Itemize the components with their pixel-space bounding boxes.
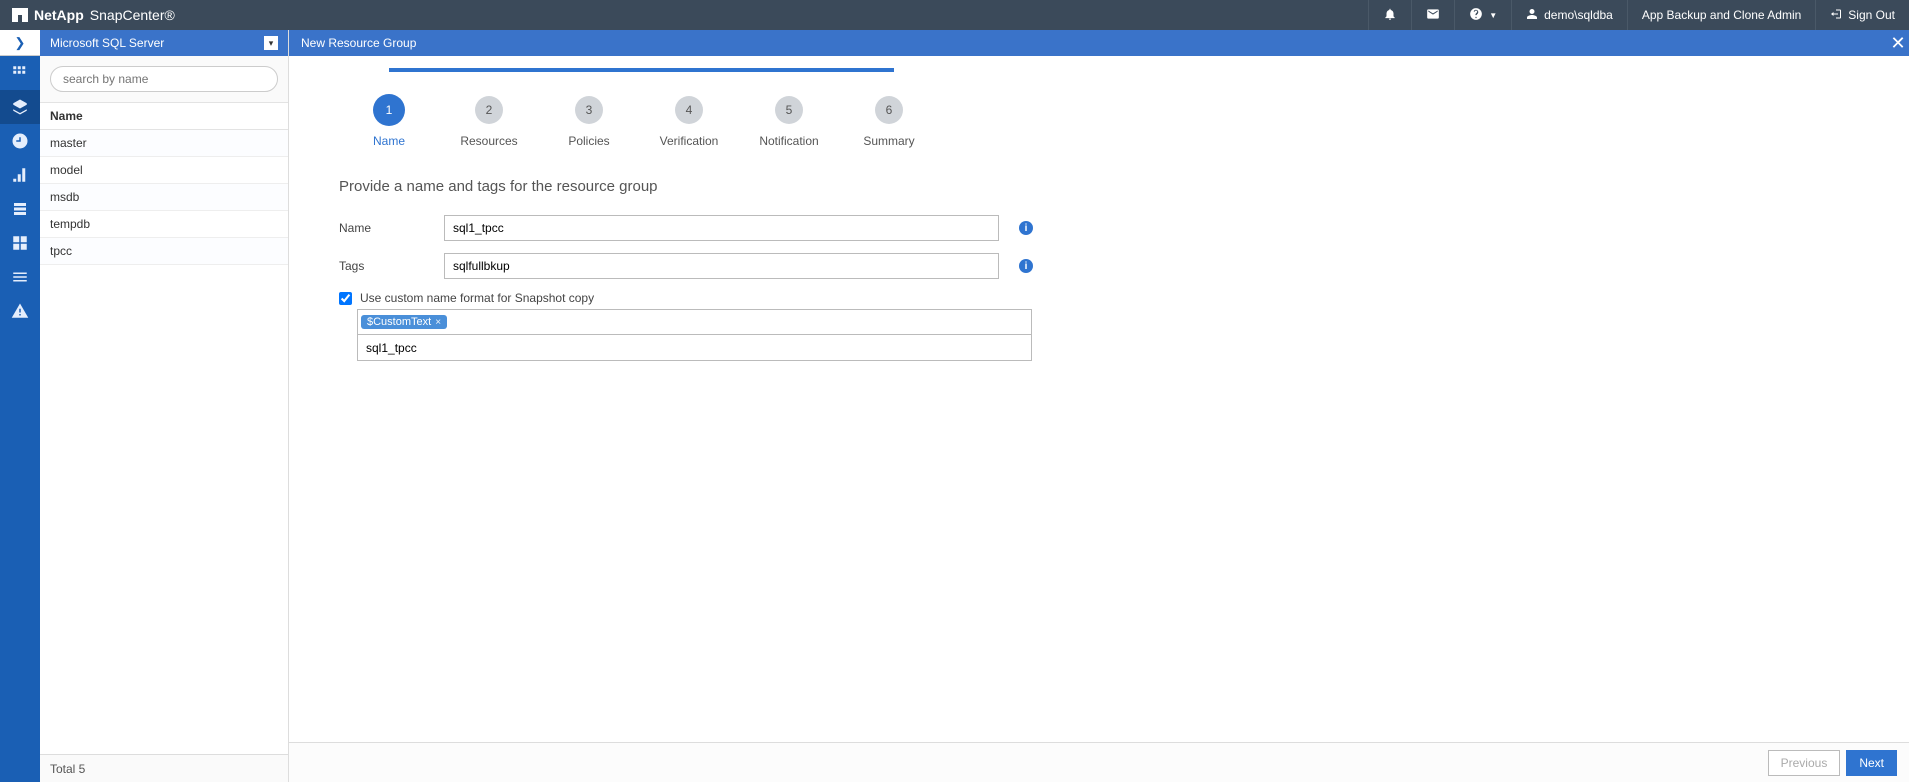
brand-product: SnapCenter® xyxy=(90,7,175,23)
nav-reports[interactable] xyxy=(0,158,40,192)
tags-input[interactable] xyxy=(444,253,999,279)
wizard-step-3[interactable]: 3 Policies xyxy=(539,96,639,148)
wizard-step-6[interactable]: 6 Summary xyxy=(839,96,939,148)
wizard-step-5[interactable]: 5 Notification xyxy=(739,96,839,148)
resource-type-selector[interactable]: Microsoft SQL Server ▾ xyxy=(40,30,288,56)
step-label: Resources xyxy=(460,134,517,148)
label-name: Name xyxy=(339,221,444,235)
nav-settings[interactable] xyxy=(0,260,40,294)
wizard-step-2[interactable]: 2 Resources xyxy=(439,96,539,148)
close-icon: ✕ xyxy=(1890,33,1905,54)
nav-monitor[interactable] xyxy=(0,124,40,158)
help-icon xyxy=(1469,7,1483,24)
user-menu[interactable]: demo\sqldba xyxy=(1511,0,1627,30)
topbar: NetApp SnapCenter® ▼ demo\sqldba App Bac… xyxy=(0,0,1909,30)
nav-storage[interactable] xyxy=(0,226,40,260)
name-input[interactable] xyxy=(444,215,999,241)
help-button[interactable]: ▼ xyxy=(1454,0,1511,30)
mail-icon xyxy=(1426,7,1440,24)
content-title: New Resource Group xyxy=(289,30,1909,56)
token-input[interactable]: $CustomText × xyxy=(357,309,1032,335)
list-item[interactable]: msdb xyxy=(40,184,288,211)
nav-resources[interactable] xyxy=(0,90,40,124)
form-area: Provide a name and tags for the resource… xyxy=(289,168,1909,371)
step-label: Policies xyxy=(568,134,609,148)
search-input[interactable] xyxy=(50,66,278,92)
resource-sidebar: Microsoft SQL Server ▾ Name master model… xyxy=(40,30,289,782)
step-label: Verification xyxy=(660,134,719,148)
netapp-logo-icon xyxy=(12,8,28,22)
info-icon[interactable]: i xyxy=(1019,221,1033,235)
info-icon[interactable]: i xyxy=(1019,259,1033,273)
signout-button[interactable]: Sign Out xyxy=(1815,0,1909,30)
nav-dashboard[interactable] xyxy=(0,56,40,90)
nav-hosts[interactable] xyxy=(0,192,40,226)
step-number: 3 xyxy=(575,96,603,124)
wizard-step-4[interactable]: 4 Verification xyxy=(639,96,739,148)
user-icon xyxy=(1526,8,1538,23)
custom-format-checkbox[interactable] xyxy=(339,292,352,305)
step-label: Name xyxy=(373,134,405,148)
next-button[interactable]: Next xyxy=(1846,750,1897,776)
token-remove-icon[interactable]: × xyxy=(435,317,441,328)
bell-icon xyxy=(1383,7,1397,24)
list-item[interactable]: master xyxy=(40,130,288,157)
list-item[interactable]: tempdb xyxy=(40,211,288,238)
previous-button: Previous xyxy=(1768,750,1841,776)
token-label: $CustomText xyxy=(367,316,431,328)
list-item[interactable]: model xyxy=(40,157,288,184)
list-item[interactable]: tpcc xyxy=(40,238,288,265)
column-header-name[interactable]: Name xyxy=(40,102,288,130)
nav-rail: ❯ xyxy=(0,30,40,782)
step-label: Summary xyxy=(863,134,914,148)
wizard-footer: Previous Next xyxy=(289,742,1909,782)
messages-button[interactable] xyxy=(1411,0,1454,30)
close-button[interactable]: ✕ xyxy=(1887,30,1909,56)
database-list: master model msdb tempdb tpcc xyxy=(40,130,288,754)
form-title: Provide a name and tags for the resource… xyxy=(339,178,1859,195)
sidebar-footer-total: Total 5 xyxy=(40,754,288,782)
label-tags: Tags xyxy=(339,259,444,273)
wizard-step-1[interactable]: 1 Name xyxy=(339,96,439,148)
role-label-wrap[interactable]: App Backup and Clone Admin xyxy=(1627,0,1815,30)
signout-icon xyxy=(1830,8,1842,23)
custom-text-input[interactable] xyxy=(357,335,1032,361)
step-number: 5 xyxy=(775,96,803,124)
resource-type-label: Microsoft SQL Server xyxy=(50,36,164,50)
custom-format-label: Use custom name format for Snapshot copy xyxy=(360,291,594,305)
token-customtext[interactable]: $CustomText × xyxy=(361,315,447,329)
notifications-button[interactable] xyxy=(1368,0,1411,30)
signout-label: Sign Out xyxy=(1848,8,1895,22)
chevron-right-icon: ❯ xyxy=(15,35,26,51)
rail-expand-button[interactable]: ❯ xyxy=(0,30,40,56)
brand: NetApp SnapCenter® xyxy=(0,7,187,23)
step-number: 6 xyxy=(875,96,903,124)
step-number: 4 xyxy=(675,96,703,124)
resource-type-dropdown-icon[interactable]: ▾ xyxy=(264,36,278,50)
nav-alerts[interactable] xyxy=(0,294,40,328)
step-number: 2 xyxy=(475,96,503,124)
help-caret-icon: ▼ xyxy=(1489,11,1497,20)
brand-company: NetApp xyxy=(34,7,84,23)
role-label: App Backup and Clone Admin xyxy=(1642,8,1801,22)
wizard-steps: 1 Name 2 Resources 3 Policies 4 Verifica… xyxy=(289,56,1909,168)
user-label: demo\sqldba xyxy=(1544,8,1613,22)
step-label: Notification xyxy=(759,134,818,148)
step-number: 1 xyxy=(375,96,403,124)
content-panel: New Resource Group ✕ 1 Name 2 Resources … xyxy=(289,30,1909,782)
